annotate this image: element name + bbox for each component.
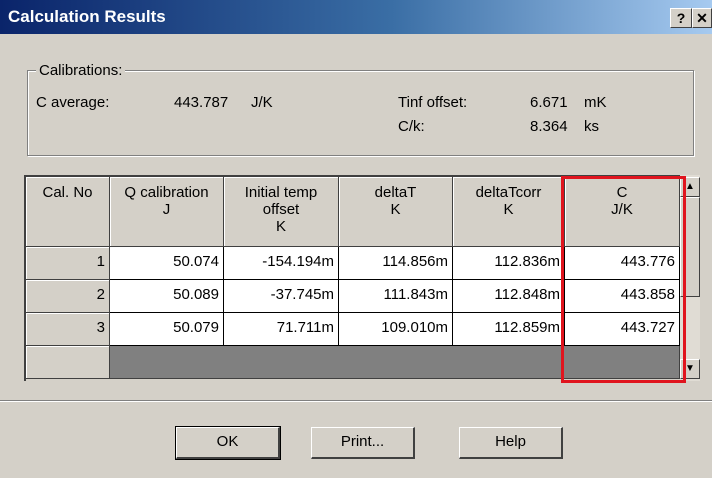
cell-q-calibration[interactable]: 50.079 [110,313,224,346]
c-average-value: 443.787 [174,94,229,111]
cell-q-calibration[interactable]: 50.074 [110,247,224,280]
calibrations-legend: Calibrations: [36,62,126,79]
c-average-unit: J/K [251,94,273,111]
header-cal-no[interactable]: Cal. No [26,177,110,247]
ok-button[interactable]: OK [175,426,281,460]
row-header[interactable]: 3 [26,313,110,346]
cell-q-calibration[interactable]: 50.089 [110,280,224,313]
window-title: Calculation Results [8,7,166,26]
close-icon[interactable]: ✕ [692,8,712,28]
header-initial-temp-offset[interactable]: Initial temp offset K [224,177,339,247]
cell-deltatcorr[interactable]: 112.836m [453,247,565,280]
header-label-line2: offset [262,201,300,218]
tinf-offset-label: Tinf offset: [398,94,468,111]
cell-deltatcorr[interactable]: 112.859m [453,313,565,346]
cell-initial-temp-offset[interactable]: -37.745m [224,280,339,313]
header-label: deltaT [374,184,417,201]
help-button-label: Help [495,433,526,450]
header-unit: K [503,201,514,218]
cell-initial-temp-offset[interactable]: -154.194m [224,247,339,280]
ck-value: 8.364 [530,118,568,135]
ck-label: C/k: [398,118,425,135]
c-average-label: C average: [36,94,110,111]
header-label: deltaTcorr [475,184,542,201]
cell-deltat[interactable]: 109.010m [339,313,453,346]
ck-unit: ks [584,118,599,135]
cell-deltat[interactable]: 111.843m [339,280,453,313]
header-q-calibration[interactable]: Q calibration J [110,177,224,247]
cell-initial-temp-offset[interactable]: 71.711m [224,313,339,346]
row-header[interactable]: 1 [26,247,110,280]
header-unit: K [275,218,286,235]
ok-button-label: OK [216,433,239,450]
header-label: Q calibration [124,184,209,201]
c-column-highlight [561,176,686,383]
header-deltatcorr[interactable]: deltaTcorr K [453,177,565,247]
title-bar: Calculation Results ? ✕ [0,0,712,34]
tinf-offset-value: 6.671 [530,94,568,111]
cell-deltatcorr[interactable]: 112.848m [453,280,565,313]
header-deltat[interactable]: deltaT K [339,177,453,247]
header-label: Initial temp [244,184,318,201]
divider [0,400,712,402]
header-unit: K [390,201,401,218]
print-button[interactable]: Print... [311,427,415,459]
header-unit: J [162,201,171,218]
cell-deltat[interactable]: 114.856m [339,247,453,280]
print-button-label: Print... [340,433,385,450]
tinf-offset-unit: mK [584,94,607,111]
row-header[interactable]: 2 [26,280,110,313]
help-icon[interactable]: ? [670,8,692,28]
help-button[interactable]: Help [459,427,563,459]
calibrations-group [27,70,694,156]
header-label: Cal. No [42,184,93,201]
row-header-empty[interactable] [26,346,110,379]
